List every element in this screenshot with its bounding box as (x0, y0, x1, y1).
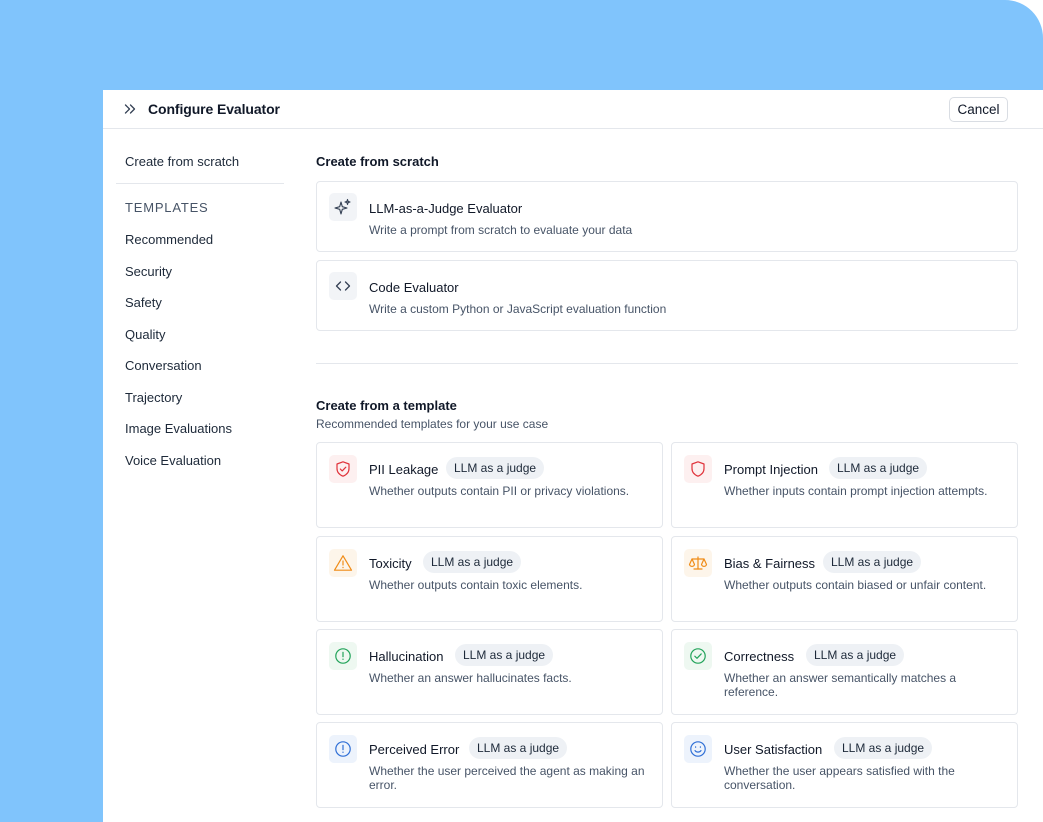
sidebar: Create from scratch TEMPLATES Recommende… (103, 129, 298, 822)
page-title: Configure Evaluator (148, 101, 280, 117)
code-icon (329, 272, 357, 300)
info-circle-icon (329, 735, 357, 763)
sidebar-divider (116, 183, 284, 184)
card-title: User Satisfaction (724, 742, 823, 757)
smile-icon (684, 735, 712, 763)
configure-evaluator-panel: Configure Evaluator Cancel Create from s… (103, 90, 1043, 822)
template-card-perceived-error[interactable]: Perceived Error LLM as a judge Whether t… (316, 722, 663, 808)
shield-icon (684, 455, 712, 483)
sparkles-icon (329, 193, 357, 221)
llm-judge-badge: LLM as a judge (469, 737, 568, 759)
llm-judge-badge: LLM as a judge (829, 457, 928, 479)
main-content: Create from scratch LLM-as-a-Judge Evalu… (316, 129, 1018, 822)
llm-judge-badge: LLM as a judge (446, 457, 545, 479)
sidebar-item-security[interactable]: Security (125, 264, 172, 279)
card-description: Whether an answer semantically matches a… (724, 671, 957, 699)
alert-circle-icon (329, 642, 357, 670)
card-title: PII Leakage (369, 462, 439, 477)
code-evaluator-card[interactable]: Code Evaluator Write a custom Python or … (316, 260, 1018, 331)
card-description: Whether outputs contain PII or privacy v… (369, 484, 630, 498)
card-description: Whether outputs contain toxic elements. (369, 578, 583, 592)
sidebar-section-label: TEMPLATES (125, 200, 209, 215)
card-title: Correctness (724, 649, 795, 664)
check-circle-icon (684, 642, 712, 670)
sidebar-item-quality[interactable]: Quality (125, 327, 165, 342)
collapse-chevrons-icon[interactable] (123, 102, 137, 116)
sidebar-item-voice-evaluation[interactable]: Voice Evaluation (125, 453, 221, 468)
llm-judge-evaluator-card[interactable]: LLM-as-a-Judge Evaluator Write a prompt … (316, 181, 1018, 252)
template-card-toxicity[interactable]: Toxicity LLM as a judge Whether outputs … (316, 536, 663, 622)
card-title: Perceived Error (369, 742, 460, 757)
card-description: Whether the user appears satisfied with … (724, 764, 955, 792)
card-description: Write a custom Python or JavaScript eval… (369, 302, 667, 316)
template-card-prompt-injection[interactable]: Prompt Injection LLM as a judge Whether … (671, 442, 1018, 528)
llm-judge-badge: LLM as a judge (455, 644, 554, 666)
cancel-button[interactable]: Cancel (949, 97, 1008, 122)
llm-judge-badge: LLM as a judge (423, 551, 522, 573)
card-title: Bias & Fairness (724, 556, 816, 571)
template-section-subtitle: Recommended templates for your use case (316, 417, 549, 431)
sidebar-item-create-from-scratch[interactable]: Create from scratch (125, 154, 239, 169)
card-description: Whether an answer hallucinates facts. (369, 671, 572, 685)
sidebar-item-image-evaluations[interactable]: Image Evaluations (125, 421, 232, 436)
template-card-hallucination[interactable]: Hallucination LLM as a judge Whether an … (316, 629, 663, 715)
sidebar-item-trajectory[interactable]: Trajectory (125, 390, 182, 405)
template-card-pii-leakage[interactable]: PII Leakage LLM as a judge Whether outpu… (316, 442, 663, 528)
card-description: Write a prompt from scratch to evaluate … (369, 223, 633, 237)
template-card-bias-fairness[interactable]: Bias & Fairness LLM as a judge Whether o… (671, 536, 1018, 622)
sidebar-item-safety[interactable]: Safety (125, 295, 162, 310)
card-title: Hallucination (369, 649, 444, 664)
card-title: Code Evaluator (369, 280, 459, 295)
scratch-section-title: Create from scratch (316, 154, 439, 169)
llm-judge-badge: LLM as a judge (834, 737, 933, 759)
scales-icon (684, 549, 712, 577)
card-description: Whether the user perceived the agent as … (369, 764, 645, 792)
section-divider (316, 363, 1018, 364)
shield-check-icon (329, 455, 357, 483)
template-section-title: Create from a template (316, 398, 457, 413)
llm-judge-badge: LLM as a judge (823, 551, 922, 573)
llm-judge-badge: LLM as a judge (806, 644, 905, 666)
card-title: LLM-as-a-Judge Evaluator (369, 201, 523, 216)
card-title: Prompt Injection (724, 462, 818, 477)
template-card-correctness[interactable]: Correctness LLM as a judge Whether an an… (671, 629, 1018, 715)
sidebar-item-recommended[interactable]: Recommended (125, 232, 213, 247)
template-card-user-satisfaction[interactable]: User Satisfaction LLM as a judge Whether… (671, 722, 1018, 808)
card-title: Toxicity (369, 556, 412, 571)
panel-header: Configure Evaluator Cancel (103, 90, 1043, 129)
card-description: Whether outputs contain biased or unfair… (724, 578, 987, 592)
card-description: Whether inputs contain prompt injection … (724, 484, 988, 498)
sidebar-item-conversation[interactable]: Conversation (125, 358, 202, 373)
warning-triangle-icon (329, 549, 357, 577)
